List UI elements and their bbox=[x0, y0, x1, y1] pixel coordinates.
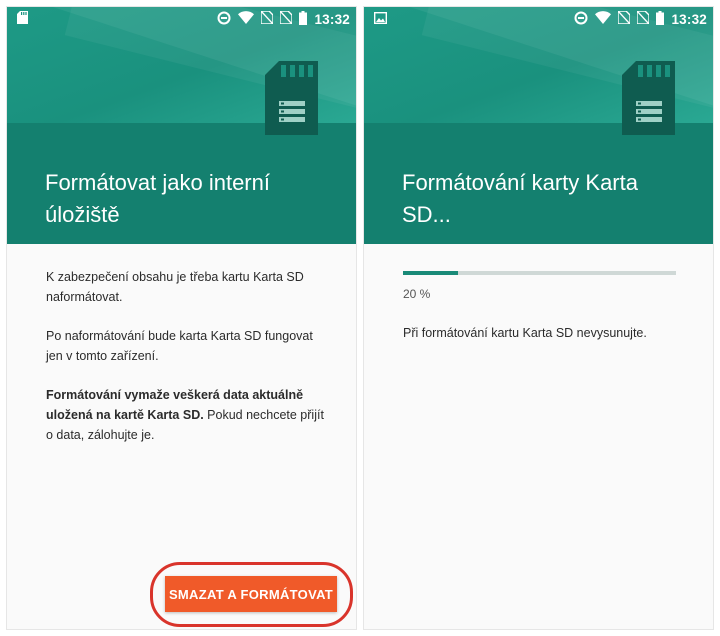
format-progress-bar bbox=[403, 271, 676, 275]
data-saver-icon bbox=[574, 11, 588, 28]
sd-card-notification-icon bbox=[17, 11, 28, 27]
data-warning-text: Formátování vymaže veškerá data aktuálně… bbox=[46, 385, 326, 445]
sd-card-icon bbox=[622, 61, 675, 135]
header-banner: 13:32 Formátování karty Karta SD... bbox=[364, 7, 713, 244]
wifi-icon bbox=[238, 11, 255, 27]
do-not-eject-message: Při formátování kartu Karta SD nevysunuj… bbox=[403, 326, 647, 340]
status-time: 13:32 bbox=[671, 11, 707, 27]
wifi-icon bbox=[595, 11, 612, 27]
no-sim-icon bbox=[279, 10, 294, 27]
status-bar: 13:32 bbox=[364, 7, 713, 31]
data-saver-icon bbox=[217, 11, 231, 28]
battery-icon bbox=[299, 10, 308, 28]
header-banner: 13:32 Formátovat jako interní úložiště bbox=[7, 7, 356, 244]
progress-percent: 20 % bbox=[403, 287, 431, 301]
format-info-text: K zabezpečení obsahu je třeba kartu Kart… bbox=[46, 270, 304, 304]
page-title: Formátování karty Karta SD... bbox=[402, 170, 638, 227]
battery-icon bbox=[656, 10, 665, 28]
no-sim-icon bbox=[617, 10, 632, 27]
sd-card-icon bbox=[265, 61, 318, 135]
erase-and-format-button[interactable]: SMAZAT A FORMÁTOVAT bbox=[165, 576, 337, 612]
progress-fill bbox=[403, 271, 458, 275]
no-sim-icon bbox=[260, 10, 275, 27]
device-only-text: Po naformátování bude karta Karta SD fun… bbox=[46, 329, 313, 363]
screen-format-internal: 13:32 Formátovat jako interní úložiště K… bbox=[6, 6, 357, 630]
no-sim-icon bbox=[636, 10, 651, 27]
status-bar: 13:32 bbox=[7, 7, 356, 31]
image-notification-icon bbox=[373, 11, 388, 27]
page-title: Formátovat jako interní úložiště bbox=[45, 170, 270, 227]
status-time: 13:32 bbox=[314, 11, 350, 27]
screen-formatting-progress: 13:32 Formátování karty Karta SD... 20 % bbox=[363, 6, 714, 630]
